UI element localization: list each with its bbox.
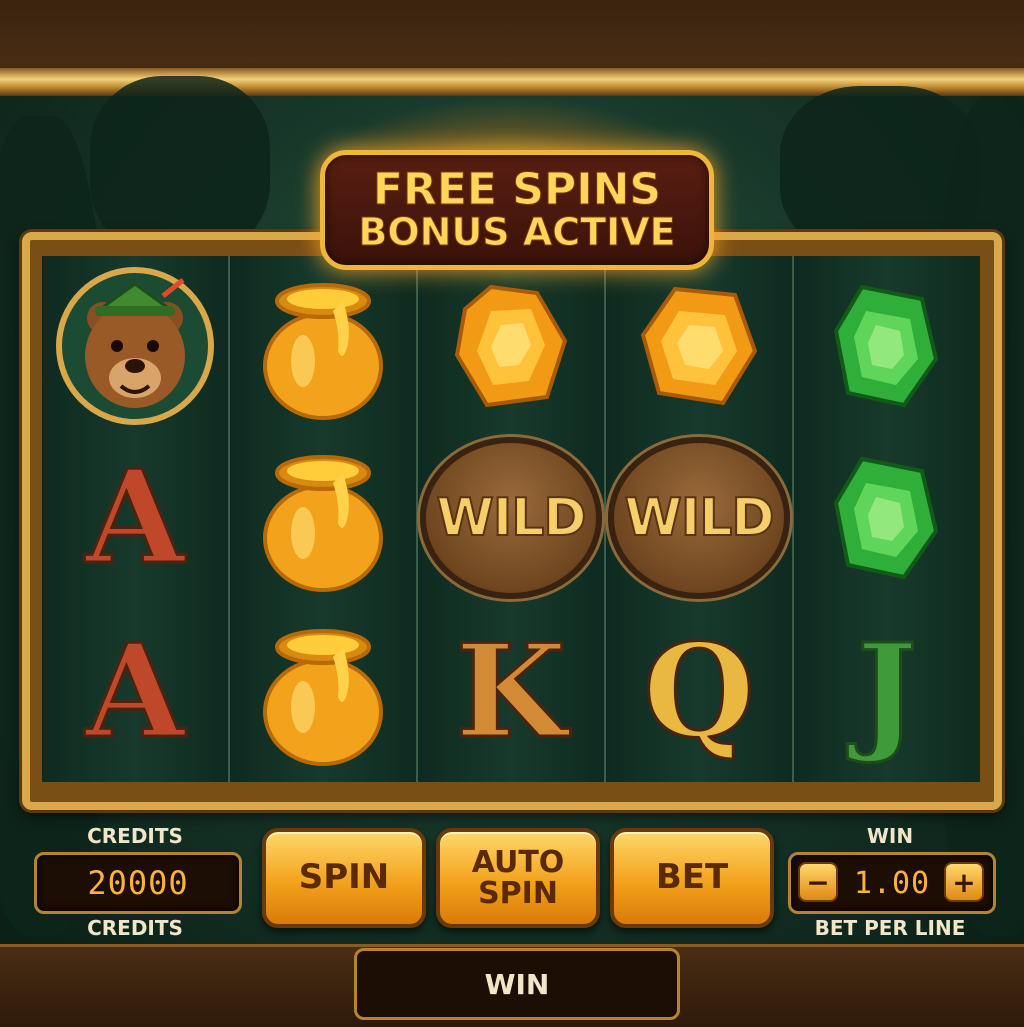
honey-pot-icon: [263, 283, 383, 420]
bear-symbol: [42, 260, 228, 432]
letter-q-icon: Q: [642, 617, 756, 767]
green-gem-symbol: [794, 432, 980, 604]
reel-4: WILD Q: [606, 256, 794, 782]
letter-k-icon: K: [454, 617, 568, 767]
auto-spin-label-1: AUTO: [471, 844, 565, 880]
spin-button-label: SPIN: [298, 857, 390, 898]
wild-label: WILD: [623, 487, 775, 549]
minus-icon: −: [806, 865, 830, 899]
plus-icon: +: [952, 865, 976, 899]
bet-value: 1.00: [853, 865, 931, 901]
credits-value: 20000: [87, 864, 189, 902]
honey-pot-symbol: [230, 260, 416, 432]
spin-button[interactable]: SPIN: [262, 828, 426, 928]
letter-a-symbol: A: [42, 606, 228, 778]
reel-5: J: [794, 256, 980, 782]
wild-symbol: WILD: [606, 432, 792, 604]
letter-a-icon: A: [84, 617, 186, 767]
free-spins-banner: FREE SPINS BONUS ACTIVE: [320, 150, 714, 270]
amber-gem-icon: [640, 286, 758, 406]
auto-spin-button[interactable]: AUTO SPIN: [436, 828, 600, 928]
reel-1: A A: [42, 256, 230, 782]
credits-label-top: CREDITS: [87, 824, 183, 848]
top-bar: [0, 0, 1024, 70]
banner-title: FREE SPINS: [372, 163, 662, 215]
reel-grid: A A WILD K WILD Q J: [42, 256, 980, 782]
green-gem-icon: [833, 284, 939, 408]
wild-label: WILD: [435, 487, 587, 549]
bear-icon: [56, 267, 214, 425]
wild-symbol: WILD: [418, 432, 604, 604]
bet-increase-button[interactable]: +: [944, 862, 984, 902]
credits-display: 20000: [34, 852, 242, 914]
win-display: WIN: [354, 948, 680, 1020]
letter-j-symbol: J: [794, 606, 980, 778]
bet-decrease-button[interactable]: −: [798, 862, 838, 902]
letter-q-symbol: Q: [606, 606, 792, 778]
amber-gem-symbol: [418, 260, 604, 432]
letter-j-icon: J: [855, 617, 919, 767]
honey-pot-symbol: [230, 432, 416, 604]
letter-a-symbol: A: [42, 432, 228, 604]
honey-pot-icon: [263, 455, 383, 592]
wild-badge-icon: WILD: [420, 437, 602, 599]
amber-gem-icon: [454, 284, 568, 408]
green-gem-symbol: [794, 260, 980, 432]
credits-label-bottom: CREDITS: [87, 916, 183, 940]
auto-spin-label-2: SPIN: [478, 876, 558, 911]
amber-gem-symbol: [606, 260, 792, 432]
reel-3: WILD K: [418, 256, 606, 782]
green-gem-icon: [833, 456, 939, 580]
win-bar-label: WIN: [484, 967, 550, 1001]
letter-a-icon: A: [84, 443, 186, 593]
reel-2: [230, 256, 418, 782]
bet-button-label: BET: [655, 857, 729, 898]
banner-subtitle: BONUS ACTIVE: [358, 210, 676, 255]
bet-button[interactable]: BET: [610, 828, 774, 928]
letter-k-symbol: K: [418, 606, 604, 778]
honey-pot-symbol: [230, 606, 416, 778]
wild-badge-icon: WILD: [608, 437, 790, 599]
win-label: WIN: [866, 824, 914, 848]
honey-pot-icon: [263, 629, 383, 766]
bet-per-line-label: BET PER LINE: [814, 916, 966, 940]
